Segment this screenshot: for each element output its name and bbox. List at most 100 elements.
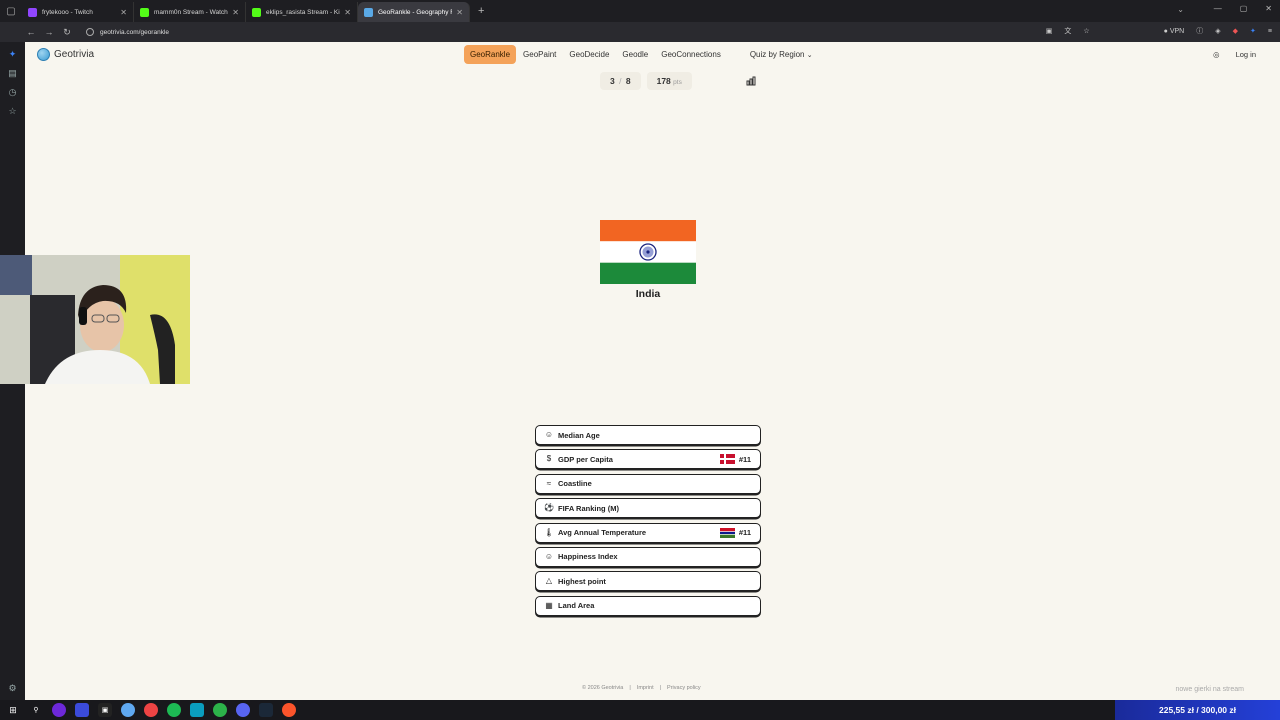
login-link[interactable]: Log in xyxy=(1236,50,1256,59)
tab-close-icon[interactable]: ✕ xyxy=(456,8,463,17)
points-counter: 178 pts xyxy=(646,72,692,90)
tab-close-icon[interactable]: ✕ xyxy=(232,8,239,17)
translate-icon[interactable]: 文 xyxy=(1064,26,1071,36)
extensions-icon[interactable]: ◈ xyxy=(1215,27,1220,35)
category-icon: ☺ xyxy=(544,551,554,561)
install-app-icon[interactable]: ▣ xyxy=(1046,27,1053,35)
imprint-link[interactable]: Imprint xyxy=(637,685,654,691)
stream-watermark: nowe gierki na stream xyxy=(1175,686,1244,693)
os-taskbar: ⊞ ⚲ ▣ 225,55 zł / 300,00 zł xyxy=(0,700,1280,720)
category-label: GDP per Capita xyxy=(558,454,613,464)
tab-close-icon[interactable]: ✕ xyxy=(344,8,351,17)
nav-geoconnections[interactable]: GeoConnections xyxy=(655,45,727,64)
brand-link[interactable]: Geotrivia xyxy=(37,48,94,61)
category-result: #11 xyxy=(719,454,751,465)
brave-icon[interactable] xyxy=(282,703,296,717)
info-icon[interactable]: ⓘ xyxy=(1196,26,1203,36)
category-happiness-index[interactable]: ☺ Happiness Index xyxy=(535,546,761,567)
vpn-icon: ● xyxy=(1163,27,1168,35)
browser-menu-icon[interactable]: ▢ xyxy=(0,0,22,22)
category-label: Highest point xyxy=(558,576,606,586)
category-gdp-per-capita[interactable]: $ GDP per Capita #11 xyxy=(535,449,761,470)
category-median-age[interactable]: ☺ Median Age xyxy=(535,425,761,445)
nav-geodle[interactable]: Geodle xyxy=(616,45,654,64)
denmark-flag-icon xyxy=(719,454,735,465)
category-label: Happiness Index xyxy=(558,552,618,562)
site-info-icon[interactable] xyxy=(86,28,94,36)
vpn-button[interactable]: ● VPN xyxy=(1164,28,1185,35)
globe-logo-icon xyxy=(37,48,50,61)
bookmark-star-icon[interactable]: ☆ xyxy=(1083,27,1089,35)
wallet-sidebar-icon[interactable]: ▤ xyxy=(7,67,19,79)
gambia-flag-icon xyxy=(719,527,735,538)
app-icon-green[interactable] xyxy=(213,703,227,717)
category-avg-annual-temperature[interactable]: 🌡 Avg Annual Temperature #11 xyxy=(535,522,761,543)
category-highest-point[interactable]: △ Highest point xyxy=(535,571,761,592)
country-flag xyxy=(600,220,696,284)
browser-tab[interactable]: frytekooo - Twitch ✕ xyxy=(22,2,134,22)
site-header: Geotrivia GeoRankle GeoPaint GeoDecide Geod… xyxy=(25,42,1280,68)
tab-search-icon[interactable]: ⌄ xyxy=(1177,5,1184,14)
app-icon-esc[interactable]: ▣ xyxy=(98,703,112,717)
maximize-icon[interactable]: ▢ xyxy=(1240,4,1248,13)
rank-value: #11 xyxy=(738,454,751,464)
category-icon: ⚽ xyxy=(544,503,554,513)
balance-overlay: 225,55 zł / 300,00 zł xyxy=(1115,700,1280,720)
history-icon[interactable]: ◷ xyxy=(7,86,19,98)
browser-tab[interactable]: eklips_rasista Stream - Kick ✕ xyxy=(246,2,358,22)
close-window-icon[interactable]: ✕ xyxy=(1265,4,1272,13)
wallet-icon[interactable]: ◆ xyxy=(1233,27,1238,35)
search-icon[interactable]: ⚲ xyxy=(29,703,43,717)
bookmarks-icon[interactable]: ☆ xyxy=(7,105,19,117)
quiz-by-region-dropdown[interactable]: Quiz by Region ⌄ xyxy=(744,45,819,64)
chrome-icon[interactable] xyxy=(144,703,158,717)
aria-icon[interactable]: ✦ xyxy=(1250,27,1256,35)
brand-name: Geotrivia xyxy=(54,49,95,60)
app-icon-purple[interactable] xyxy=(52,703,66,717)
new-tab-button[interactable]: + xyxy=(478,5,484,17)
tab-favicon-icon xyxy=(28,7,37,17)
aria-sidebar-icon[interactable]: ✦ xyxy=(7,48,19,60)
minimize-icon[interactable]: — xyxy=(1214,4,1222,13)
category-land-area[interactable]: ▦ Land Area xyxy=(535,595,761,616)
tab-favicon-icon xyxy=(364,7,373,17)
stats-chart-icon[interactable] xyxy=(746,76,756,86)
app-icon-teal[interactable] xyxy=(190,703,204,717)
windows-start-icon[interactable]: ⊞ xyxy=(6,703,20,717)
privacy-link[interactable]: Privacy policy xyxy=(667,685,701,691)
category-label: FIFA Ranking (M) xyxy=(558,503,619,513)
tab-title: GeoRankle - Geography Ranking xyxy=(378,8,452,16)
settings-gear-icon[interactable]: ⚙ xyxy=(8,683,16,694)
browser-menu-dots-icon[interactable]: ≡ xyxy=(1268,28,1272,35)
category-icon: ≈ xyxy=(546,478,552,488)
url-field[interactable]: geotrivia.com/georankle xyxy=(86,28,169,36)
spotify-icon[interactable] xyxy=(167,703,181,717)
nav-geodecide[interactable]: GeoDecide xyxy=(563,45,615,64)
category-label: Median Age xyxy=(558,430,600,440)
webcam-overlay xyxy=(0,255,190,384)
score-bar: 3 / 8 178 pts xyxy=(600,72,692,90)
back-icon[interactable]: ← xyxy=(22,27,40,37)
tab-close-icon[interactable]: ✕ xyxy=(120,8,127,17)
copyright-text: © 2026 Geotrivia xyxy=(582,685,624,691)
category-coastline[interactable]: ≈ Coastline xyxy=(535,473,761,494)
theme-toggle-icon[interactable]: ◎ xyxy=(1213,50,1220,59)
tab-title: eklips_rasista Stream - Kick xyxy=(266,8,341,16)
category-label: Coastline xyxy=(558,479,592,489)
category-icon: $ xyxy=(546,454,552,464)
nav-geopaint[interactable]: GeoPaint xyxy=(517,45,562,64)
steam-icon[interactable] xyxy=(259,703,273,717)
rank-value: #11 xyxy=(738,528,751,538)
app-icon-blue[interactable] xyxy=(75,703,89,717)
category-result: #11 xyxy=(719,527,751,538)
discord-icon[interactable] xyxy=(236,703,250,717)
browser-tab[interactable]: mamm0n Stream - Watch Live ✕ xyxy=(134,2,246,22)
forward-icon[interactable]: → xyxy=(40,27,58,37)
app-icon-lightblue[interactable] xyxy=(121,703,135,717)
category-fifa-ranking-m[interactable]: ⚽ FIFA Ranking (M) xyxy=(535,498,761,519)
reload-icon[interactable]: ↻ xyxy=(58,27,76,38)
nav-georankle[interactable]: GeoRankle xyxy=(464,45,517,64)
browser-tab-strip: ▢ frytekooo - Twitch ✕ mamm0n Stream - Wat… xyxy=(0,0,1280,22)
browser-tab[interactable]: GeoRankle - Geography Ranking ✕ xyxy=(358,2,470,22)
category-icon: ☺ xyxy=(544,430,554,439)
